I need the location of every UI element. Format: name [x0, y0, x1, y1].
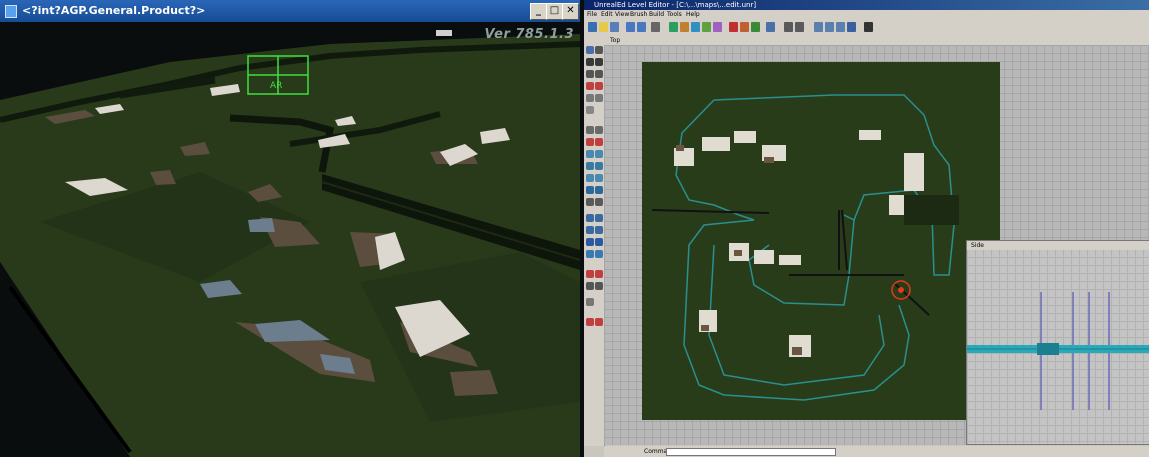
- redo-icon[interactable]: [637, 22, 646, 32]
- game-window: <?int?AGP.General.Product?> _ □ ✕ AR Ver…: [0, 0, 580, 457]
- terrain-square: [642, 62, 1000, 420]
- vertex-edit-icon[interactable]: [595, 46, 603, 54]
- selection-label: AR: [270, 81, 282, 91]
- info-icon[interactable]: [864, 22, 873, 32]
- subtract-brush-icon[interactable]: [595, 186, 603, 194]
- command-input[interactable]: [666, 448, 836, 456]
- editor-titlebar[interactable]: UnrealEd Level Editor - [C:\...\maps\...…: [584, 0, 1149, 10]
- select-inside-icon[interactable]: [586, 250, 594, 258]
- curved-stair-icon[interactable]: [595, 150, 603, 158]
- search-icon[interactable]: [651, 22, 660, 32]
- sheet-builder-icon[interactable]: [595, 126, 603, 134]
- record-icon[interactable]: [586, 318, 594, 326]
- stair-builder-icon[interactable]: [586, 150, 594, 158]
- volumetric-builder-icon[interactable]: [595, 174, 603, 182]
- spiral-stair-icon[interactable]: [586, 162, 594, 170]
- game-window-title: <?int?AGP.General.Product?>: [22, 4, 206, 17]
- menu-view[interactable]: View: [615, 10, 629, 19]
- menu-help[interactable]: Help: [686, 10, 700, 19]
- scale-icon[interactable]: [586, 58, 594, 66]
- texture-pan-icon[interactable]: [595, 82, 603, 90]
- 3d-game-scene[interactable]: AR: [0, 22, 580, 457]
- editor-mode-toolbar: [584, 36, 605, 446]
- side-viewport-map[interactable]: [967, 250, 1149, 444]
- hide-selected-icon[interactable]: [595, 238, 603, 246]
- terrain-edit-icon[interactable]: [586, 82, 594, 90]
- menu-file[interactable]: File: [587, 10, 597, 19]
- geometry-icon[interactable]: [595, 94, 603, 102]
- menu-tools[interactable]: Tools: [667, 10, 682, 19]
- show-selected-icon[interactable]: [586, 238, 594, 246]
- camera-speed-icon[interactable]: [586, 282, 594, 290]
- cylinder-builder-icon[interactable]: [586, 138, 594, 146]
- new-map-icon[interactable]: [588, 22, 597, 32]
- build-geometry-icon[interactable]: [729, 22, 738, 32]
- group-browser-icon[interactable]: [702, 22, 711, 32]
- intersect-icon[interactable]: [586, 198, 594, 206]
- mesh-browser-icon[interactable]: [691, 22, 700, 32]
- side-viewport[interactable]: Side: [966, 240, 1149, 445]
- menu-edit[interactable]: Edit: [601, 10, 613, 19]
- stop-icon[interactable]: [595, 318, 603, 326]
- undo-icon[interactable]: [626, 22, 635, 32]
- actor-browser-icon[interactable]: [669, 22, 678, 32]
- face-drag-icon[interactable]: [595, 70, 603, 78]
- prefab-browser-icon[interactable]: [713, 22, 722, 32]
- editor-title: UnrealEd Level Editor - [C:\...\maps\...…: [594, 1, 757, 9]
- menu-brush[interactable]: Brush: [630, 10, 647, 19]
- game-titlebar[interactable]: <?int?AGP.General.Product?> _ □ ✕: [0, 0, 580, 22]
- add-volume-icon[interactable]: [586, 226, 594, 234]
- add-brush-icon[interactable]: [586, 186, 594, 194]
- lock-icon[interactable]: [836, 22, 845, 32]
- top-viewport-label[interactable]: Top: [610, 36, 620, 45]
- matinee-icon[interactable]: [586, 94, 594, 102]
- cube-builder-icon[interactable]: [586, 126, 594, 134]
- app-icon: [5, 5, 17, 18]
- editor-toolbar: [584, 19, 1149, 37]
- rotate-icon[interactable]: [595, 58, 603, 66]
- close-button[interactable]: ✕: [562, 3, 579, 20]
- editor-statusbar: Command: [604, 446, 1149, 457]
- select-icon[interactable]: [586, 106, 594, 114]
- sphere-builder-icon[interactable]: [595, 162, 603, 170]
- top-viewport-toolbar: [604, 36, 1149, 45]
- grid-icon[interactable]: [795, 22, 804, 32]
- open-map-icon[interactable]: [599, 22, 608, 32]
- add-special-icon[interactable]: [595, 214, 603, 222]
- show-all-icon[interactable]: [586, 270, 594, 278]
- editor-menubar: File Edit View Brush Build Tools Help: [584, 10, 1149, 19]
- hide-all-icon[interactable]: [595, 270, 603, 278]
- camera-icon[interactable]: [814, 22, 823, 32]
- grid-toggle-icon[interactable]: [586, 298, 594, 306]
- version-text: Ver 785.1.3: [484, 27, 574, 42]
- camera-mode-icon[interactable]: [586, 46, 594, 54]
- texture-browser-icon[interactable]: [680, 22, 689, 32]
- brush-clip-icon[interactable]: [586, 70, 594, 78]
- save-map-icon[interactable]: [610, 22, 619, 32]
- play-map-icon[interactable]: [766, 22, 775, 32]
- add-mover-icon[interactable]: [586, 214, 594, 222]
- build-lighting-icon[interactable]: [740, 22, 749, 32]
- realtime-icon[interactable]: [825, 22, 834, 32]
- menu-build[interactable]: Build: [649, 10, 664, 19]
- deintersect-icon[interactable]: [595, 198, 603, 206]
- minimize-button[interactable]: _: [530, 3, 547, 20]
- side-viewport-label[interactable]: Side: [971, 241, 984, 250]
- cone-builder-icon[interactable]: [595, 138, 603, 146]
- pin-icon[interactable]: [847, 22, 856, 32]
- side-viewport-toolbar: [967, 241, 1149, 250]
- snap-icon[interactable]: [595, 282, 603, 290]
- maximize-button[interactable]: □: [546, 3, 563, 20]
- view-options-icon[interactable]: [784, 22, 793, 32]
- add-static-mesh-icon[interactable]: [595, 226, 603, 234]
- build-paths-icon[interactable]: [751, 22, 760, 32]
- invert-selection-icon[interactable]: [595, 250, 603, 258]
- terrain-builder-icon[interactable]: [586, 174, 594, 182]
